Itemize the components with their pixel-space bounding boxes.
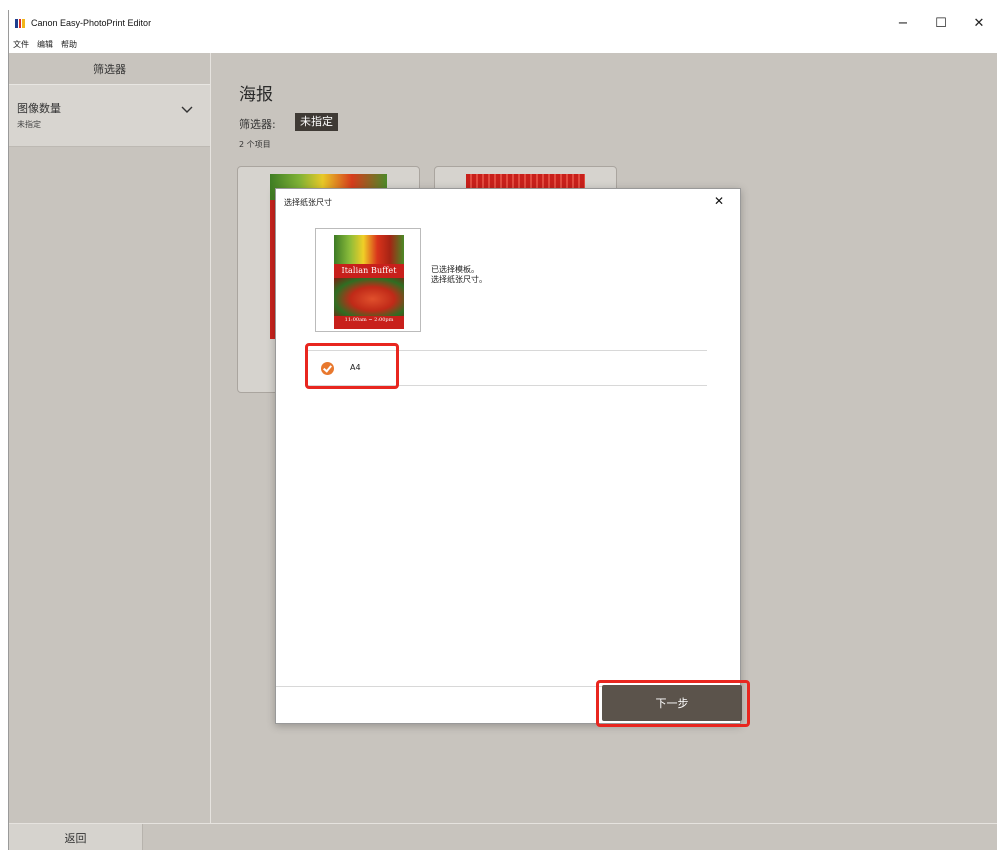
app-logo-icon bbox=[15, 18, 26, 28]
filter-value: 未指定 bbox=[17, 120, 41, 129]
chevron-down-icon[interactable] bbox=[181, 105, 193, 115]
window-title: Canon Easy-PhotoPrint Editor bbox=[31, 18, 152, 28]
minimize-button[interactable]: − bbox=[884, 10, 922, 36]
poster-time: 11:00am ~ 2:00pm bbox=[344, 317, 394, 323]
close-icon[interactable]: ✕ bbox=[712, 194, 726, 208]
dialog-title: 选择纸张尺寸 bbox=[284, 198, 332, 207]
highlight-frame bbox=[305, 343, 399, 389]
sidebar-header: 筛选器 bbox=[9, 53, 210, 85]
window-controls: − ☐ ✕ bbox=[884, 10, 997, 36]
info-line-1: 已选择模板。 bbox=[431, 265, 479, 274]
template-preview: Italian Buffet 11:00am ~ 2:00pm bbox=[315, 228, 421, 332]
filter-sidebar: 筛选器 图像数量 未指定 bbox=[9, 53, 211, 823]
filter-label: 筛选器: bbox=[239, 118, 276, 131]
close-window-button[interactable]: ✕ bbox=[960, 10, 997, 36]
filter-title: 图像数量 bbox=[17, 102, 61, 115]
menu-file[interactable]: 文件 bbox=[13, 39, 29, 50]
page-title: 海报 bbox=[239, 85, 273, 105]
maximize-button[interactable]: ☐ bbox=[922, 10, 960, 36]
menu-bar: 文件 编辑 帮助 bbox=[9, 36, 997, 53]
menu-edit[interactable]: 编辑 bbox=[37, 39, 53, 50]
item-count: 2 个项目 bbox=[239, 140, 271, 149]
title-bar: Canon Easy-PhotoPrint Editor − ☐ ✕ bbox=[9, 10, 997, 36]
filter-chip[interactable]: 未指定 bbox=[295, 113, 338, 131]
menu-help[interactable]: 帮助 bbox=[61, 39, 77, 50]
poster-image: Italian Buffet 11:00am ~ 2:00pm bbox=[334, 235, 404, 329]
back-button[interactable]: 返回 bbox=[9, 824, 143, 850]
bottom-bar: 返回 bbox=[9, 823, 997, 850]
info-line-2: 选择纸张尺寸。 bbox=[431, 275, 487, 284]
filter-image-count[interactable]: 图像数量 未指定 bbox=[9, 85, 210, 147]
poster-title: Italian Buffet bbox=[341, 266, 397, 275]
highlight-frame bbox=[596, 680, 750, 727]
paper-size-dialog: 选择纸张尺寸 ✕ Italian Buffet 11:00am ~ 2:00pm… bbox=[275, 188, 741, 724]
selection-info: 已选择模板。 选择纸张尺寸。 bbox=[431, 265, 487, 285]
